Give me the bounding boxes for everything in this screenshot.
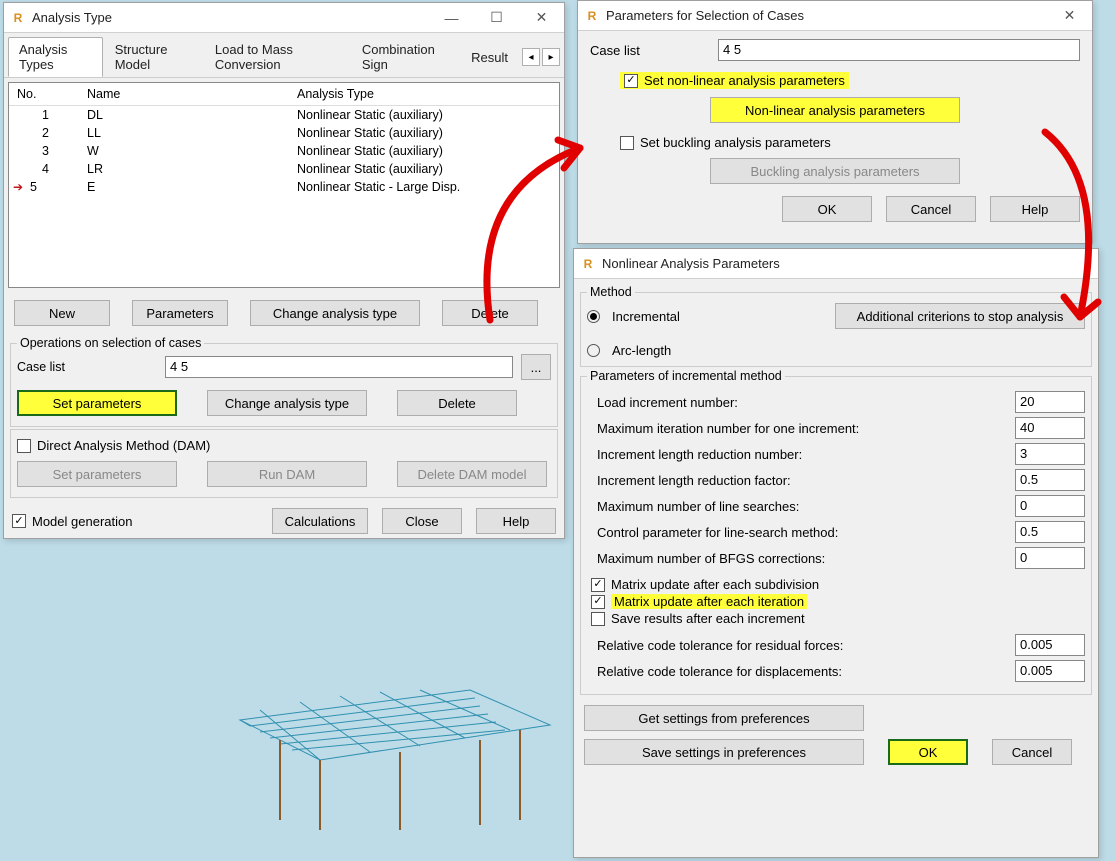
model-generation-checkbox[interactable]: Model generation [12,514,132,529]
radio-icon [587,310,600,323]
dam-fieldset: Direct Analysis Method (DAM) Set paramet… [10,429,558,498]
operations-fieldset: Operations on selection of cases Case li… [10,336,558,427]
cancel-button[interactable]: Cancel [886,196,976,222]
app-icon: R [10,10,26,26]
col-type[interactable]: Analysis Type [289,83,559,106]
case-list-label2: Case list [590,43,710,58]
titlebar: R Nonlinear Analysis Parameters [574,249,1098,279]
incremental-radio[interactable]: Incremental [587,309,835,324]
case-list-input[interactable]: 4 5 [165,356,513,378]
reduction-number-input[interactable]: 3 [1015,443,1085,465]
save-results-checkbox[interactable]: Save results after each increment [591,611,1085,626]
run-dam-button[interactable]: Run DAM [207,461,367,487]
col-no[interactable]: No. [9,83,79,106]
checkbox-icon [591,595,605,609]
nonlinear-params-button[interactable]: Non-linear analysis parameters [710,97,960,123]
matrix-update-iteration-checkbox[interactable]: Matrix update after each iteration [591,594,1085,609]
window-title: Parameters for Selection of Cases [606,8,1047,23]
tab-bar: Analysis Types Structure Model Load to M… [4,33,564,78]
tab-scroll-left[interactable]: ◂ [522,48,540,66]
radio-icon [587,344,600,357]
tab-structure-model[interactable]: Structure Model [104,37,203,77]
additional-criterions-button[interactable]: Additional criterions to stop analysis [835,303,1085,329]
delete-button[interactable]: Delete [442,300,538,326]
parameters-selection-window: R Parameters for Selection of Cases ✕ Ca… [577,0,1093,244]
set-nonlinear-checkbox[interactable]: Set non-linear analysis parameters [620,72,849,89]
app-icon: R [580,256,596,272]
table-row[interactable]: 3WNonlinear Static (auxiliary) [9,142,559,160]
checkbox-icon [624,74,638,88]
checkbox-icon [620,136,634,150]
dam-checkbox[interactable]: Direct Analysis Method (DAM) [17,438,551,453]
tolerance-forces-input[interactable]: 0.005 [1015,634,1085,656]
titlebar: R Parameters for Selection of Cases ✕ [578,1,1092,31]
arclength-radio[interactable]: Arc-length [587,343,1085,358]
tab-scroll-right[interactable]: ▸ [542,48,560,66]
tab-result[interactable]: Result [460,45,519,70]
buckling-params-button[interactable]: Buckling analysis parameters [710,158,960,184]
matrix-update-subdivision-checkbox[interactable]: Matrix update after each subdivision [591,577,1085,592]
delete-dam-model-button[interactable]: Delete DAM model [397,461,547,487]
incremental-params-fieldset: Parameters of incremental method Load in… [580,369,1092,695]
save-preferences-button[interactable]: Save settings in preferences [584,739,864,765]
line-search-control-input[interactable]: 0.5 [1015,521,1085,543]
window-title: Analysis Type [32,10,429,25]
checkbox-icon [591,612,605,626]
case-list-input2[interactable]: 4 5 [718,39,1080,61]
operations-legend: Operations on selection of cases [17,336,204,350]
ok-button[interactable]: OK [782,196,872,222]
help-button2[interactable]: Help [990,196,1080,222]
app-icon: R [584,8,600,24]
method-fieldset: Method Incremental Additional criterions… [580,285,1092,367]
analysis-table: No. Name Analysis Type 1DLNonlinear Stat… [8,82,560,288]
current-row-arrow-icon: ➔ [13,180,23,194]
close-button[interactable]: ✕ [1047,1,1092,31]
structure-preview [220,680,560,840]
help-button[interactable]: Help [476,508,556,534]
window-title: Nonlinear Analysis Parameters [602,256,1098,271]
bfgs-corrections-input[interactable]: 0 [1015,547,1085,569]
analysis-type-window: R Analysis Type — ☐ ✕ Analysis Types Str… [3,2,565,539]
max-line-searches-input[interactable]: 0 [1015,495,1085,517]
set-parameters-button[interactable]: Set parameters [17,390,177,416]
tolerance-displacements-input[interactable]: 0.005 [1015,660,1085,682]
close-dialog-button[interactable]: Close [382,508,462,534]
parameters-button[interactable]: Parameters [132,300,228,326]
close-button[interactable]: ✕ [519,3,564,33]
load-increment-input[interactable]: 20 [1015,391,1085,413]
tab-combination-sign[interactable]: Combination Sign [351,37,459,77]
col-name[interactable]: Name [79,83,289,106]
case-list-browse-button[interactable]: ... [521,354,551,380]
ops-change-analysis-type-button[interactable]: Change analysis type [207,390,367,416]
checkbox-icon [12,514,26,528]
ok-button2[interactable]: OK [888,739,968,765]
calculations-button[interactable]: Calculations [272,508,368,534]
table-row[interactable]: 1DLNonlinear Static (auxiliary) [9,106,559,125]
method-legend: Method [587,285,635,299]
cancel-button2[interactable]: Cancel [992,739,1072,765]
maximize-button[interactable]: ☐ [474,3,519,33]
dam-set-parameters-button[interactable]: Set parameters [17,461,177,487]
table-row[interactable]: 2LLNonlinear Static (auxiliary) [9,124,559,142]
checkbox-icon [591,578,605,592]
change-analysis-type-button[interactable]: Change analysis type [250,300,420,326]
set-buckling-checkbox[interactable]: Set buckling analysis parameters [620,135,1080,150]
new-button[interactable]: New [14,300,110,326]
nonlinear-params-window: R Nonlinear Analysis Parameters Method I… [573,248,1099,858]
table-row[interactable]: ➔ 5ENonlinear Static - Large Disp. [9,178,559,196]
get-preferences-button[interactable]: Get settings from preferences [584,705,864,731]
max-iteration-input[interactable]: 40 [1015,417,1085,439]
minimize-button[interactable]: — [429,3,474,33]
titlebar: R Analysis Type — ☐ ✕ [4,3,564,33]
tab-load-to-mass[interactable]: Load to Mass Conversion [204,37,350,77]
checkbox-icon [17,439,31,453]
table-row[interactable]: 4LRNonlinear Static (auxiliary) [9,160,559,178]
case-list-label: Case list [17,360,157,374]
reduction-factor-input[interactable]: 0.5 [1015,469,1085,491]
incremental-params-legend: Parameters of incremental method [587,369,785,383]
ops-delete-button[interactable]: Delete [397,390,517,416]
tab-analysis-types[interactable]: Analysis Types [8,37,103,77]
